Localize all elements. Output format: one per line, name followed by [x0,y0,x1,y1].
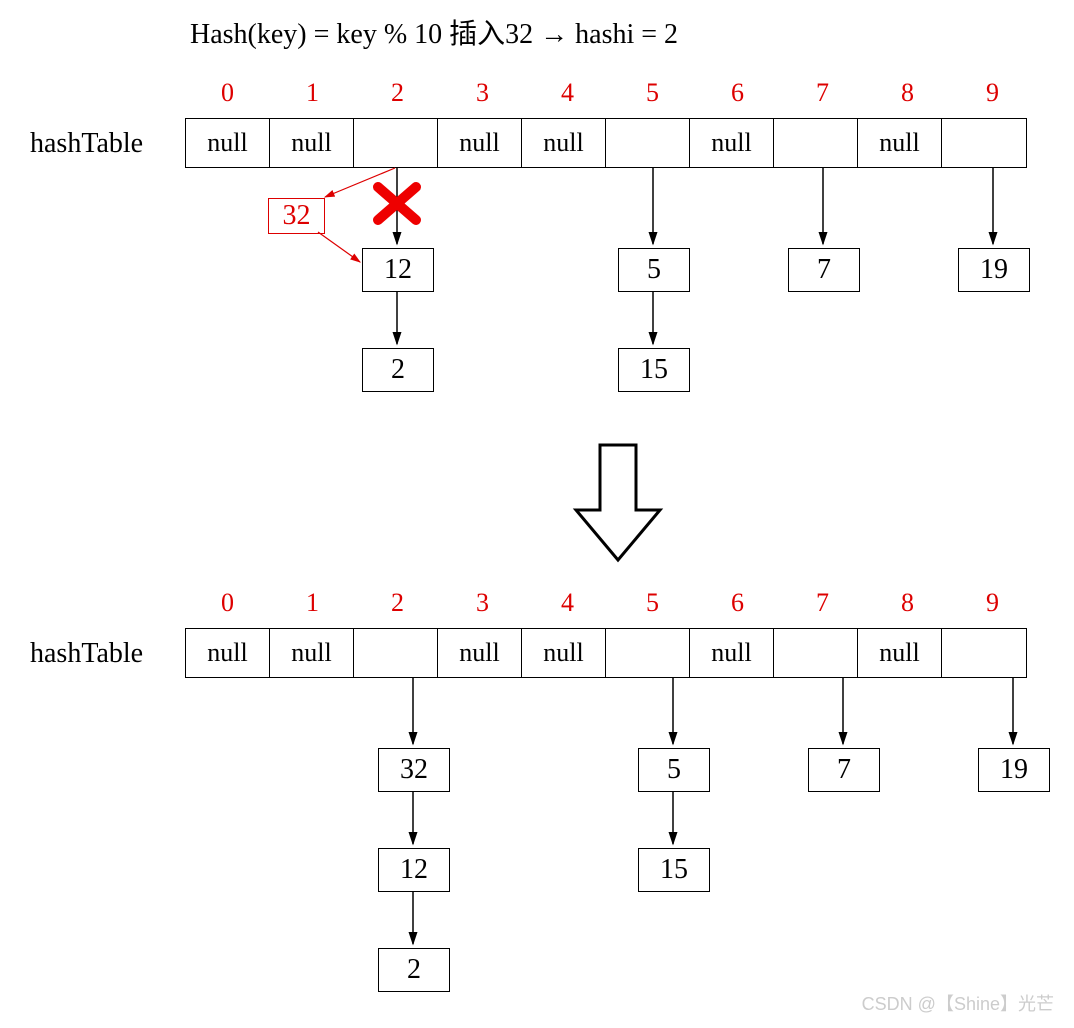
insert-node-32: 32 [268,198,325,234]
watermark: CSDN @【Shine】光芒 [862,990,1054,1016]
bucket: null [186,119,270,167]
bucket: null [522,119,606,167]
bucket: null [690,119,774,167]
bucket [606,629,690,677]
hash-formula: Hash(key) = key % 10 插入32 → hashi = 2 [190,12,678,52]
bucket: null [522,629,606,677]
hash-table-1: null null null null null null [185,118,1027,168]
index-label: 7 [780,78,865,108]
index-label: 4 [525,78,610,108]
index-row-1: 0 1 2 3 4 5 6 7 8 9 [185,78,1035,108]
chain-node: 2 [362,348,434,392]
index-label: 0 [185,78,270,108]
index-label: 2 [355,78,440,108]
bucket: null [438,119,522,167]
index-label: 1 [270,588,355,618]
chain-node: 32 [378,748,450,792]
chain-node: 15 [618,348,690,392]
index-label: 9 [950,78,1035,108]
index-label: 0 [185,588,270,618]
bucket [774,119,858,167]
index-label: 3 [440,588,525,618]
bucket [354,629,438,677]
index-label: 8 [865,78,950,108]
bucket: null [186,629,270,677]
chain-node: 12 [378,848,450,892]
hash-table-2: null null null null null null [185,628,1027,678]
index-label: 5 [610,588,695,618]
chain-node: 2 [378,948,450,992]
index-label: 3 [440,78,525,108]
bucket: null [270,629,354,677]
index-label: 5 [610,78,695,108]
bucket [942,629,1026,677]
bucket: null [858,629,942,677]
chain-node: 7 [788,248,860,292]
bucket [354,119,438,167]
chain-node: 5 [638,748,710,792]
bucket: null [270,119,354,167]
index-label: 1 [270,78,355,108]
bucket [942,119,1026,167]
hashtable-label-2: hashTable [30,638,143,670]
chain-node: 15 [638,848,710,892]
chain-node: 7 [808,748,880,792]
bucket: null [690,629,774,677]
down-arrow-icon [576,445,660,560]
chain-node: 12 [362,248,434,292]
chain-node: 19 [958,248,1030,292]
index-label: 6 [695,78,780,108]
index-label: 2 [355,588,440,618]
index-row-2: 0 1 2 3 4 5 6 7 8 9 [185,588,1035,618]
x-icon [378,187,416,220]
index-label: 4 [525,588,610,618]
bucket [606,119,690,167]
bucket: null [858,119,942,167]
hashtable-label-1: hashTable [30,128,143,160]
index-label: 8 [865,588,950,618]
bucket: null [438,629,522,677]
chain-node: 19 [978,748,1050,792]
index-label: 7 [780,588,865,618]
chain-node: 5 [618,248,690,292]
index-label: 9 [950,588,1035,618]
bucket [774,629,858,677]
index-label: 6 [695,588,780,618]
